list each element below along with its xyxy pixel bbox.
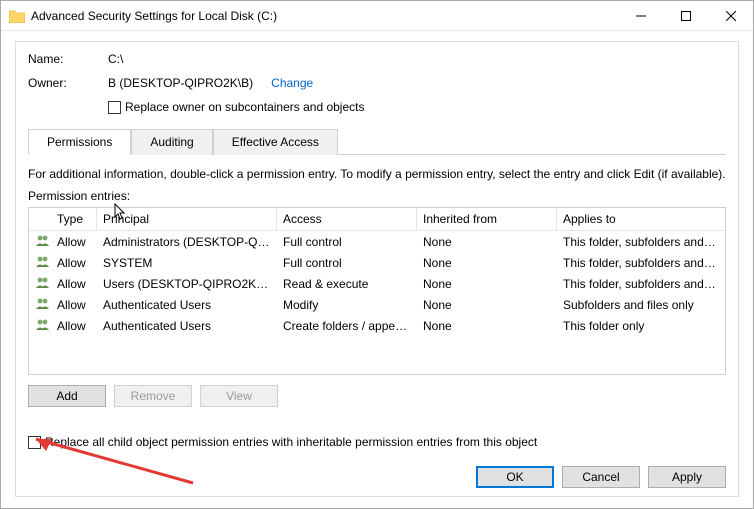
minimize-button[interactable] bbox=[618, 1, 663, 30]
cell-applies: This folder, subfolders and files bbox=[557, 274, 725, 294]
titlebar: Advanced Security Settings for Local Dis… bbox=[1, 1, 753, 31]
header-principal[interactable]: Principal bbox=[97, 208, 277, 230]
header-inherited[interactable]: Inherited from bbox=[417, 208, 557, 230]
replace-owner-checkbox[interactable] bbox=[108, 101, 121, 114]
group-icon bbox=[35, 319, 51, 333]
name-value: C:\ bbox=[108, 52, 123, 66]
tab-strip: Permissions Auditing Effective Access bbox=[28, 128, 726, 155]
cell-access: Full control bbox=[277, 232, 417, 252]
cell-inherited: None bbox=[417, 274, 557, 294]
cell-inherited: None bbox=[417, 232, 557, 252]
maximize-button[interactable] bbox=[663, 1, 708, 30]
header-type[interactable]: Type bbox=[51, 208, 97, 230]
table-row[interactable]: AllowUsers (DESKTOP-QIPRO2K\Us...Read & … bbox=[29, 273, 725, 294]
tab-auditing[interactable]: Auditing bbox=[131, 129, 212, 155]
cell-principal: Administrators (DESKTOP-QIP... bbox=[97, 232, 277, 252]
name-label: Name: bbox=[28, 52, 108, 66]
cell-applies: Subfolders and files only bbox=[557, 295, 725, 315]
change-owner-link[interactable]: Change bbox=[271, 76, 313, 90]
group-icon bbox=[35, 298, 51, 312]
replace-all-checkbox[interactable] bbox=[28, 436, 41, 449]
cell-access: Create folders / appen... bbox=[277, 316, 417, 336]
folder-icon bbox=[9, 9, 25, 23]
table-row[interactable]: AllowAdministrators (DESKTOP-QIP...Full … bbox=[29, 231, 725, 252]
replace-all-label: Replace all child object permission entr… bbox=[45, 435, 537, 449]
cell-access: Modify bbox=[277, 295, 417, 315]
cell-access: Full control bbox=[277, 253, 417, 273]
cell-type: Allow bbox=[51, 295, 97, 315]
cell-inherited: None bbox=[417, 295, 557, 315]
cell-type: Allow bbox=[51, 274, 97, 294]
window-title: Advanced Security Settings for Local Dis… bbox=[31, 9, 618, 23]
cell-inherited: None bbox=[417, 316, 557, 336]
cell-applies: This folder, subfolders and files bbox=[557, 253, 725, 273]
ok-button[interactable]: OK bbox=[476, 466, 554, 488]
cell-type: Allow bbox=[51, 253, 97, 273]
header-access[interactable]: Access bbox=[277, 208, 417, 230]
header-applies[interactable]: Applies to bbox=[557, 208, 725, 230]
cell-applies: This folder only bbox=[557, 316, 725, 336]
window-controls bbox=[618, 1, 753, 30]
group-icon bbox=[35, 277, 51, 291]
cell-principal: Users (DESKTOP-QIPRO2K\Us... bbox=[97, 274, 277, 294]
table-row[interactable]: AllowSYSTEMFull controlNoneThis folder, … bbox=[29, 252, 725, 273]
content-panel: Name: C:\ Owner: B (DESKTOP-QIPRO2K\B) C… bbox=[15, 41, 739, 497]
close-button[interactable] bbox=[708, 1, 753, 30]
add-button[interactable]: Add bbox=[28, 385, 106, 407]
cell-access: Read & execute bbox=[277, 274, 417, 294]
hint-text: For additional information, double-click… bbox=[28, 167, 726, 181]
owner-value: B (DESKTOP-QIPRO2K\B) bbox=[108, 76, 253, 90]
replace-owner-label: Replace owner on subcontainers and objec… bbox=[125, 100, 364, 114]
cell-principal: Authenticated Users bbox=[97, 295, 277, 315]
group-icon bbox=[35, 256, 51, 270]
apply-button[interactable]: Apply bbox=[648, 466, 726, 488]
owner-label: Owner: bbox=[28, 76, 108, 90]
cell-inherited: None bbox=[417, 253, 557, 273]
table-row[interactable]: AllowAuthenticated UsersCreate folders /… bbox=[29, 315, 725, 336]
table-row[interactable]: AllowAuthenticated UsersModifyNoneSubfol… bbox=[29, 294, 725, 315]
tab-effective-access[interactable]: Effective Access bbox=[213, 129, 338, 155]
tab-permissions[interactable]: Permissions bbox=[28, 129, 131, 155]
group-icon bbox=[35, 235, 51, 249]
entries-label: Permission entries: bbox=[28, 189, 726, 203]
permission-entries-table[interactable]: Type Principal Access Inherited from App… bbox=[28, 207, 726, 375]
table-header: Type Principal Access Inherited from App… bbox=[29, 208, 725, 231]
cell-type: Allow bbox=[51, 232, 97, 252]
remove-button: Remove bbox=[114, 385, 192, 407]
cell-type: Allow bbox=[51, 316, 97, 336]
view-button: View bbox=[200, 385, 278, 407]
cell-principal: SYSTEM bbox=[97, 253, 277, 273]
cell-applies: This folder, subfolders and files bbox=[557, 232, 725, 252]
cell-principal: Authenticated Users bbox=[97, 316, 277, 336]
advanced-security-window: Advanced Security Settings for Local Dis… bbox=[0, 0, 754, 509]
cancel-button[interactable]: Cancel bbox=[562, 466, 640, 488]
